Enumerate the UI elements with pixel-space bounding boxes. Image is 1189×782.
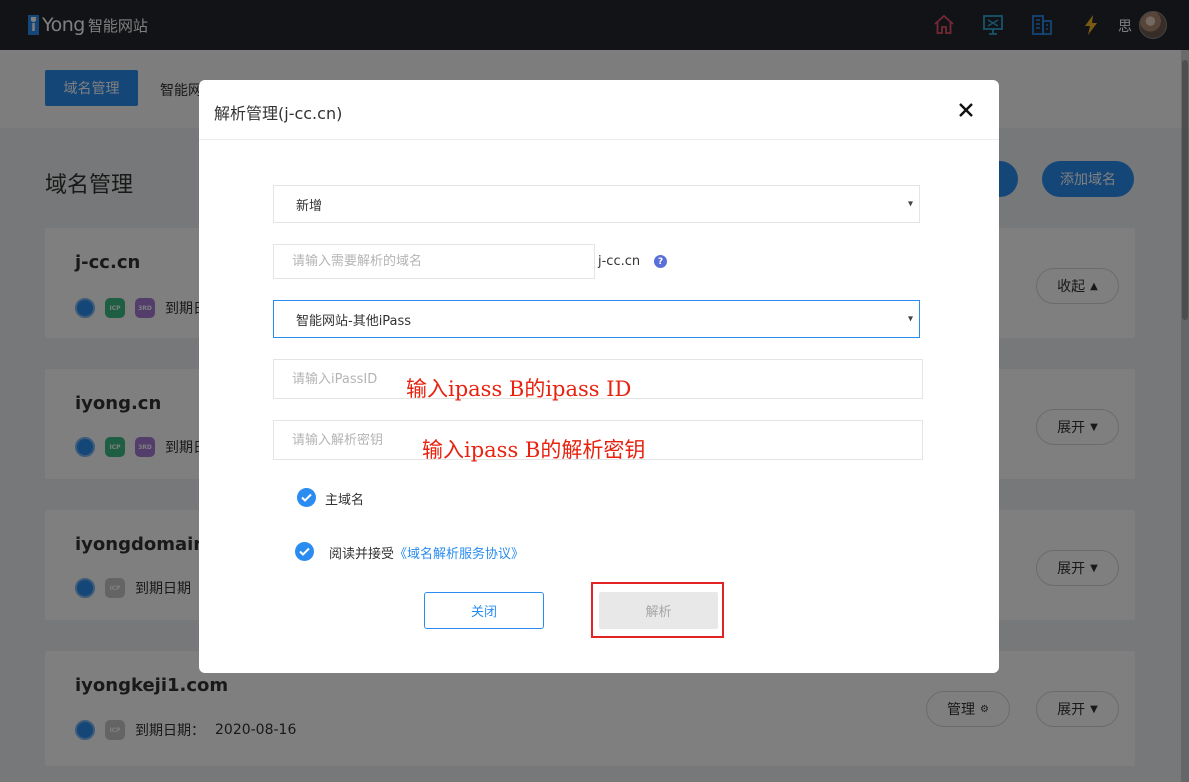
subdomain-input[interactable]	[273, 244, 595, 279]
dialog-header: 解析管理(j-cc.cn)	[199, 80, 999, 140]
dialog-title: 解析管理(j-cc.cn)	[214, 104, 343, 123]
annotation-ipass-id: 输入ipass B的ipass ID	[406, 377, 632, 401]
help-icon[interactable]: ?	[654, 255, 667, 268]
dns-resolution-dialog: 解析管理(j-cc.cn) 新增 j-cc.cn ? 智能网站-其他iPass …	[199, 80, 999, 673]
close-icon[interactable]	[954, 98, 978, 122]
agreement-prefix: 阅读并接受	[329, 547, 395, 562]
main-domain-label: 主域名	[325, 493, 365, 508]
resolve-button[interactable]: 解析	[599, 592, 718, 629]
record-type-value: 新增	[296, 198, 323, 214]
domain-suffix: j-cc.cn	[598, 254, 641, 269]
close-button[interactable]: 关闭	[424, 592, 544, 629]
agreement-checkbox[interactable]	[295, 542, 314, 561]
record-type-select[interactable]: 新增	[273, 185, 920, 223]
resolution-target-value: 智能网站-其他iPass	[296, 313, 412, 329]
agreement-link[interactable]: 《域名解析服务协议》	[394, 547, 524, 562]
checkmark-icon	[299, 547, 310, 556]
subdomain-input-field[interactable]	[292, 254, 594, 269]
checkmark-icon	[301, 493, 312, 502]
agreement-label: 阅读并接受《域名解析服务协议》	[329, 543, 524, 562]
annotation-secret-key: 输入ipass B的解析密钥	[422, 438, 646, 462]
main-domain-checkbox[interactable]	[297, 488, 316, 507]
resolution-target-select[interactable]: 智能网站-其他iPass	[273, 300, 920, 338]
